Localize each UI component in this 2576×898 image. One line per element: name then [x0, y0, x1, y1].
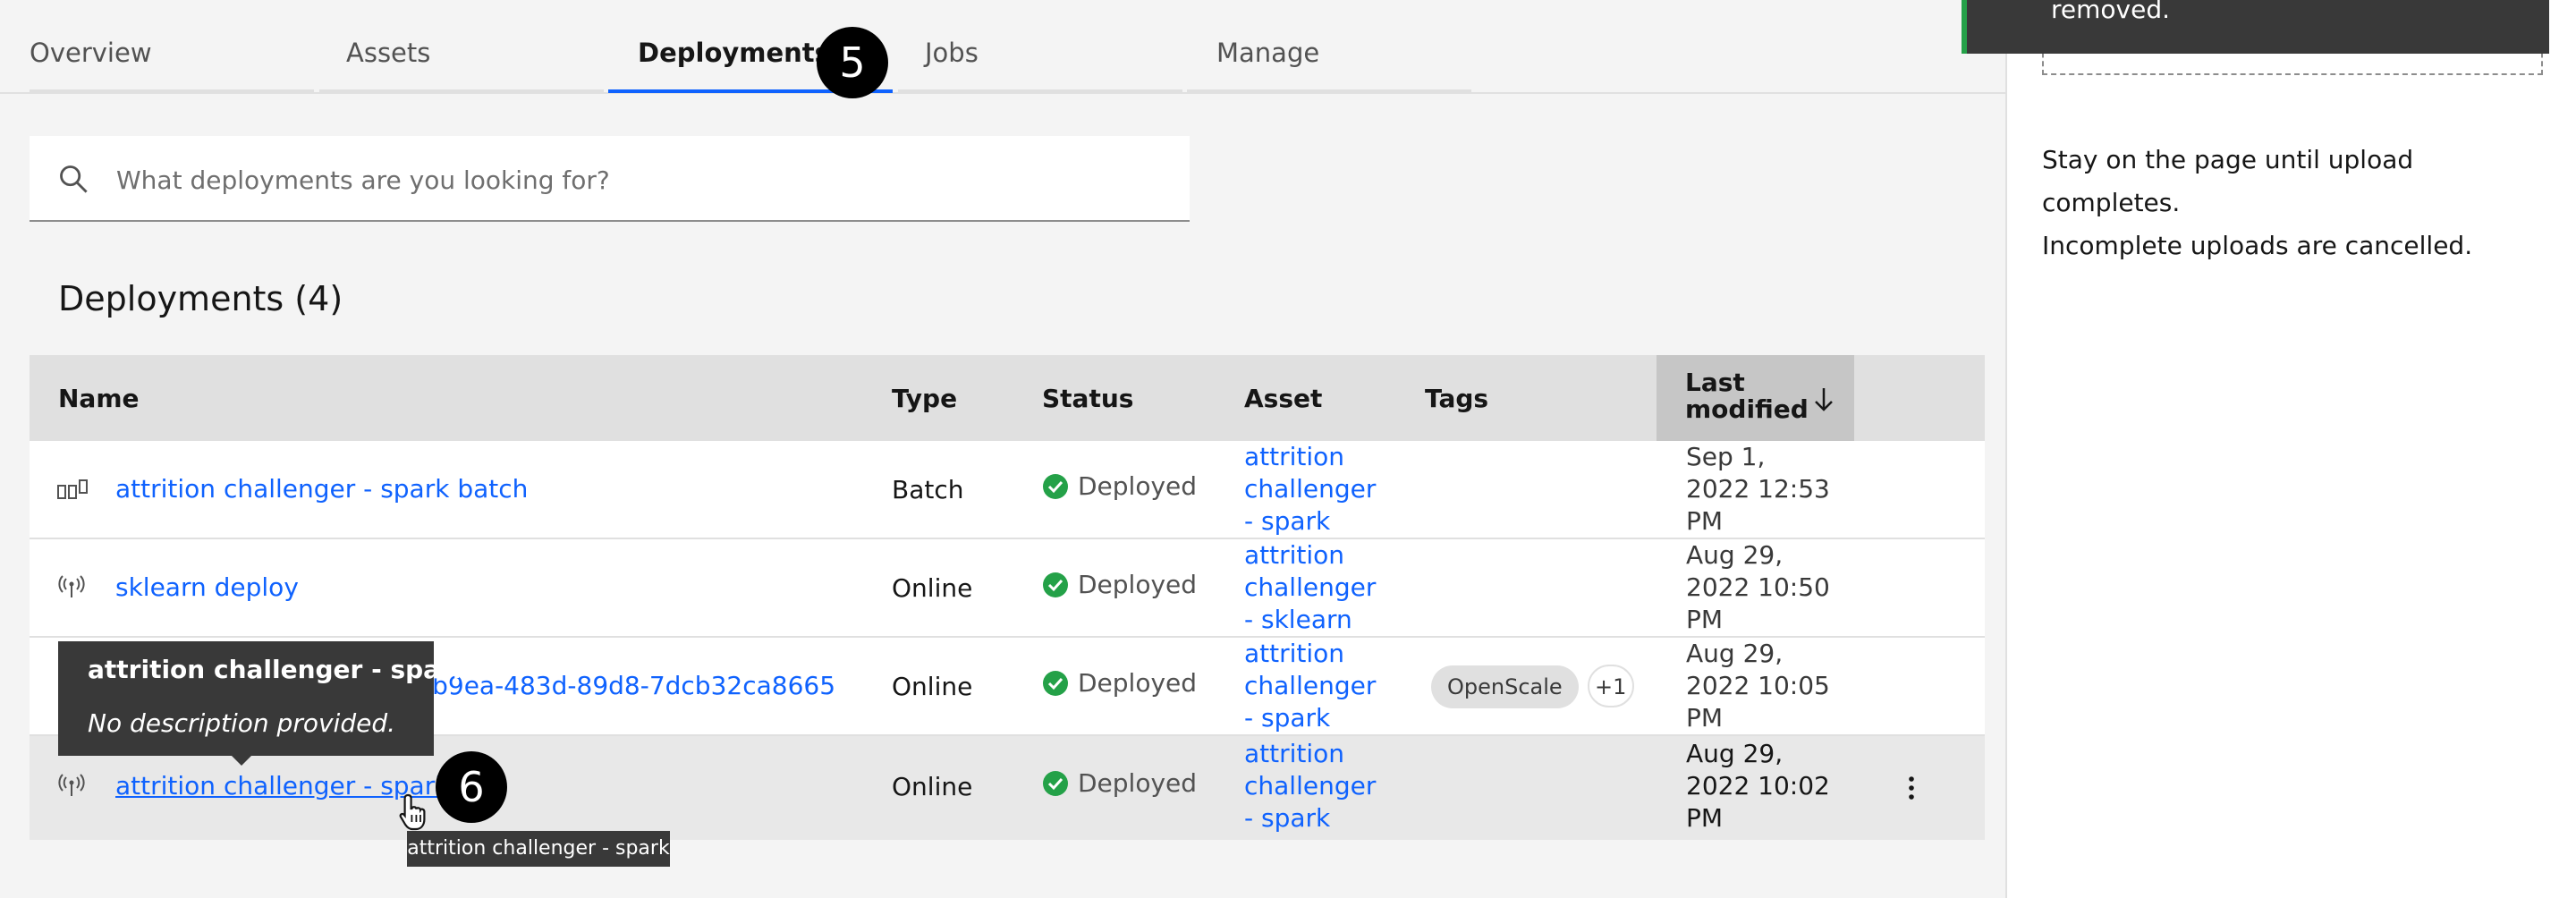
table-header: Name Type Status Asset Tags Last modifie…	[30, 355, 1985, 441]
deployment-name-link[interactable]: sklearn deploy	[115, 572, 299, 604]
tab-assets[interactable]: Assets	[319, 0, 604, 93]
deployments-table: Name Type Status Asset Tags Last modifie…	[30, 355, 1985, 840]
last-modified-line: Sep 1,	[1686, 442, 1766, 471]
deployment-status: Deployed	[1042, 569, 1197, 601]
deployment-tooltip: attrition challenger - spark No descript…	[58, 641, 470, 756]
arrow-down-icon	[1815, 388, 1833, 411]
deployment-type: Online	[892, 573, 973, 603]
step-callout-5: 5	[817, 27, 888, 98]
deployment-name-link[interactable]: attrition challenger - spark batch	[115, 473, 528, 505]
asset-link[interactable]: attrition challenger - spark	[1244, 441, 1376, 538]
last-modified-line: PM	[1686, 703, 1724, 733]
asset-link-line: attrition	[1244, 739, 1345, 768]
last-modified-line: Aug 29,	[1686, 639, 1784, 668]
upload-note: Stay on the page until upload completes.…	[2042, 139, 2543, 267]
upload-side-panel	[2005, 0, 2576, 898]
search-icon	[60, 165, 88, 193]
tooltip-title: attrition challenger - spark	[88, 655, 470, 684]
notification-toast: removed.	[1962, 0, 2549, 54]
section-title: Deployments (4)	[58, 279, 343, 318]
status-label: Deployed	[1078, 471, 1198, 501]
upload-note-line: Incomplete uploads are cancelled.	[2042, 231, 2473, 260]
tag-openscale[interactable]: OpenScale	[1431, 665, 1579, 708]
tag-overflow-count[interactable]: +1	[1587, 665, 1634, 707]
last-modified-line: 2022 10:02	[1686, 771, 1830, 801]
last-modified: Aug 29, 2022 10:50 PM	[1686, 539, 1830, 636]
column-header-type[interactable]: Type	[892, 355, 1026, 441]
status-label: Deployed	[1078, 768, 1198, 798]
last-modified: Aug 29, 2022 10:05 PM	[1686, 638, 1830, 734]
tab-label: Jobs	[925, 38, 979, 68]
table-row[interactable]: sklearn deploy Online Deployed attrition…	[30, 539, 1985, 638]
hand-pointer-icon	[399, 793, 426, 831]
last-modified: Sep 1, 2022 12:53 PM	[1686, 441, 1830, 538]
search-input[interactable]	[114, 152, 1156, 208]
last-modified-line: Aug 29,	[1686, 540, 1784, 570]
column-header-asset[interactable]: Asset	[1244, 355, 1405, 441]
status-label: Deployed	[1078, 570, 1198, 599]
deployment-name-link[interactable]: -b9ea-483d-89d8-7dcb32ca8665	[423, 670, 835, 702]
deployment-status: Deployed	[1042, 767, 1197, 800]
tab-label: Manage	[1216, 38, 1320, 68]
asset-link-line: attrition	[1244, 639, 1345, 668]
toast-message: removed.	[2051, 0, 2170, 24]
last-modified-line: PM	[1686, 506, 1724, 536]
tooltip-caret	[231, 755, 252, 766]
last-modified-line: 2022 12:53	[1686, 474, 1830, 504]
asset-link-line: challenger	[1244, 572, 1377, 602]
tab-label: Overview	[30, 38, 152, 68]
tab-label: Deployments	[638, 38, 830, 68]
asset-link[interactable]: attrition challenger - sklearn	[1244, 539, 1376, 636]
tooltip-description: No description provided.	[88, 708, 395, 738]
native-title-tooltip: attrition challenger - spark	[407, 831, 670, 867]
overflow-menu-icon[interactable]	[1906, 774, 1917, 802]
column-header-label: Last	[1685, 368, 1745, 397]
deployment-type: Online	[892, 772, 973, 801]
tab-label: Assets	[346, 38, 431, 68]
column-header-tags[interactable]: Tags	[1425, 355, 1604, 441]
check-circle-icon	[1043, 771, 1068, 796]
deployment-status: Deployed	[1042, 667, 1197, 699]
tab-jobs[interactable]: Jobs	[898, 0, 1182, 93]
batch-deployment-icon	[57, 479, 88, 499]
column-header-status[interactable]: Status	[1042, 355, 1221, 441]
table-row[interactable]: attrition challenger - spark batch Batch…	[30, 441, 1985, 539]
last-modified-line: 2022 10:05	[1686, 671, 1830, 700]
status-label: Deployed	[1078, 668, 1198, 698]
tab-manage[interactable]: Manage	[1187, 0, 1471, 93]
tab-overview[interactable]: Overview	[30, 0, 314, 93]
deployment-status: Deployed	[1042, 470, 1197, 503]
column-header-last-modified[interactable]: Last modified	[1657, 355, 1854, 441]
asset-link[interactable]: attrition challenger - spark	[1244, 638, 1376, 734]
upload-note-line: Stay on the page until upload completes.	[2042, 145, 2414, 217]
deployment-type: Batch	[892, 475, 964, 504]
check-circle-icon	[1043, 474, 1068, 499]
column-header-label: modified	[1685, 394, 1809, 424]
last-modified-line: PM	[1686, 605, 1724, 634]
check-circle-icon	[1043, 671, 1068, 696]
asset-link-line: challenger	[1244, 474, 1377, 504]
asset-link-line: attrition	[1244, 442, 1345, 471]
deployments-search[interactable]	[30, 136, 1190, 222]
asset-link[interactable]: attrition challenger - spark	[1244, 738, 1376, 834]
last-modified-line: 2022 10:50	[1686, 572, 1830, 602]
asset-link-line: - spark	[1244, 506, 1331, 536]
asset-link-line: challenger	[1244, 771, 1377, 801]
check-circle-icon	[1043, 572, 1068, 597]
tag-list: OpenScale +1	[1431, 665, 1634, 708]
deployment-type: Online	[892, 672, 973, 701]
step-callout-6: 6	[436, 751, 507, 823]
asset-link-line: challenger	[1244, 671, 1377, 700]
asset-link-line: attrition	[1244, 540, 1345, 570]
online-deployment-icon	[58, 774, 85, 796]
last-modified: Aug 29, 2022 10:02 PM	[1686, 738, 1830, 834]
last-modified-line: Aug 29,	[1686, 739, 1784, 768]
column-header-name[interactable]: Name	[58, 355, 863, 441]
asset-link-line: - spark	[1244, 803, 1331, 833]
asset-link-line: - spark	[1244, 703, 1331, 733]
asset-link-line: - sklearn	[1244, 605, 1352, 634]
last-modified-line: PM	[1686, 803, 1724, 833]
online-deployment-icon	[58, 575, 85, 597]
